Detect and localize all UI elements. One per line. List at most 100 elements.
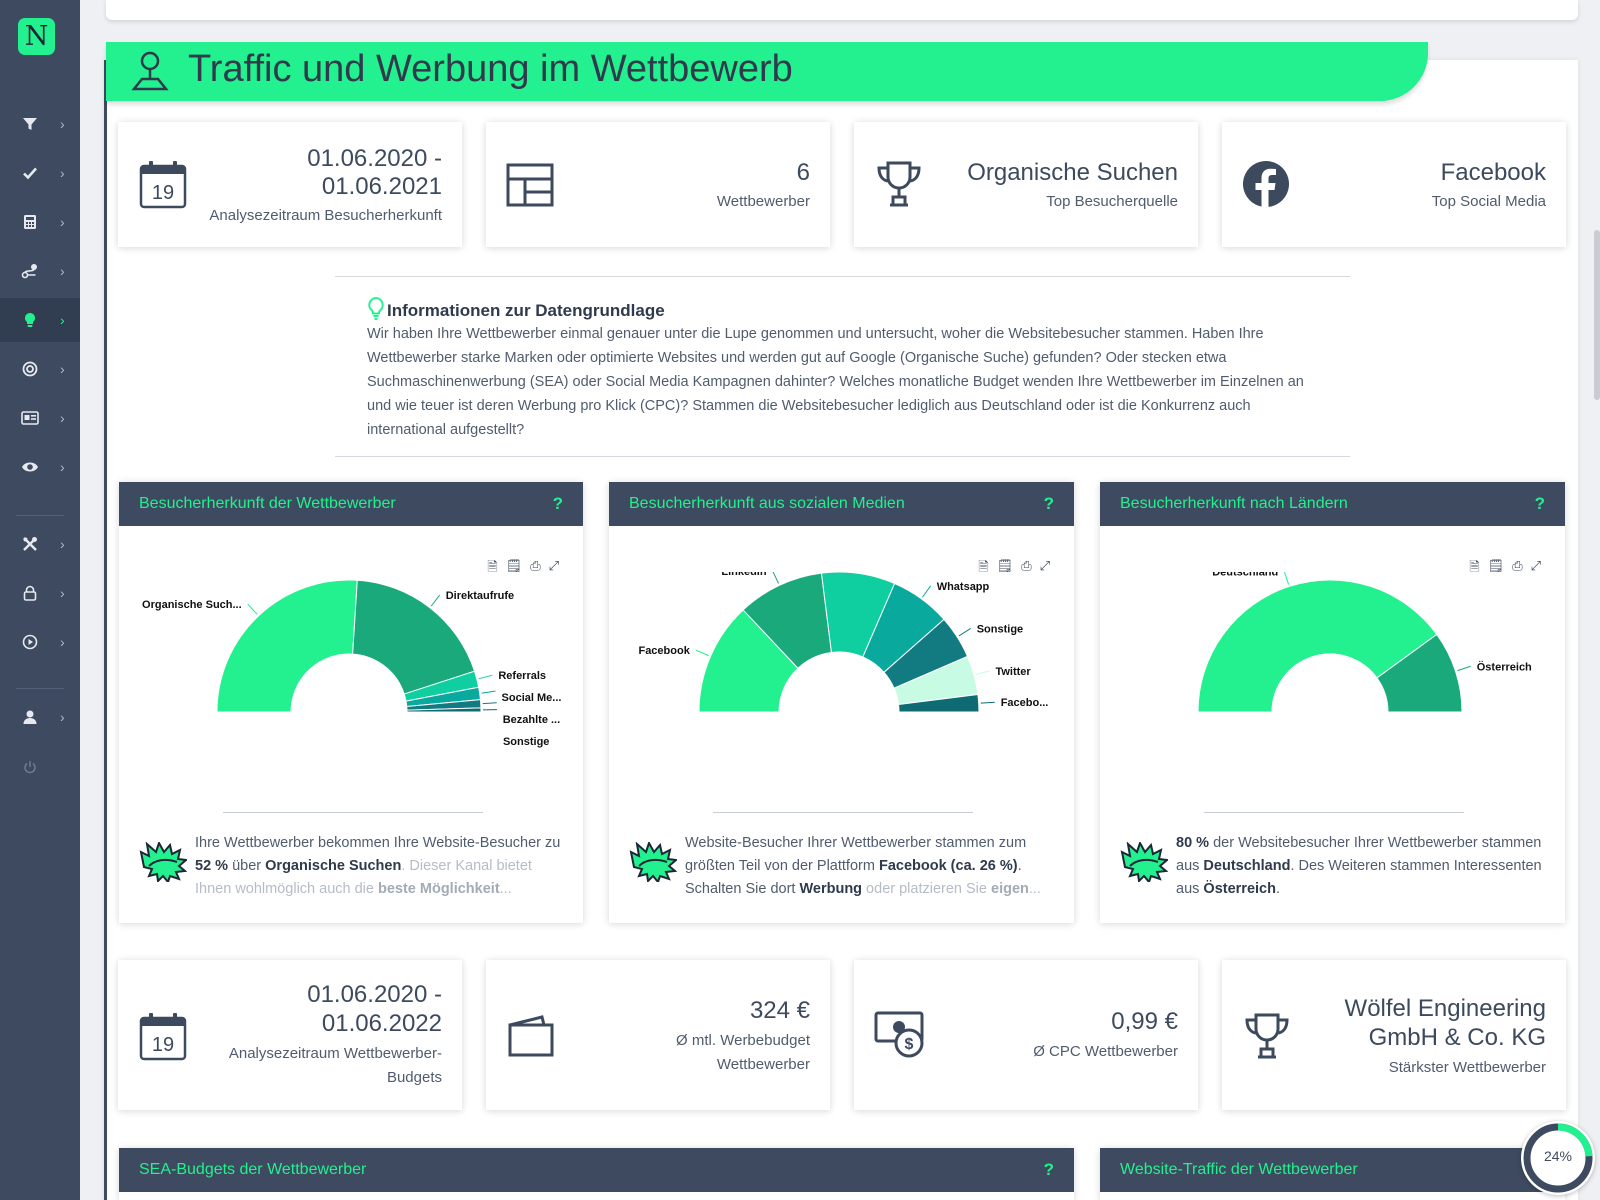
summary-text: über	[228, 858, 266, 874]
sidebar: N › › › › › › › › › › › ›	[0, 0, 80, 1200]
sidebar-item-lock[interactable]: ›	[0, 571, 80, 615]
wallet-icon	[506, 1013, 556, 1062]
summary-text: ...	[1028, 881, 1041, 897]
stat-label: Ø CPC Wettbewerber	[1033, 1043, 1178, 1060]
chart-leader-line	[975, 670, 990, 676]
summary-highlight: 52 %	[195, 858, 229, 874]
info-divider	[335, 456, 1350, 457]
chart-slice-label: Deutschland	[1212, 572, 1278, 578]
donut-chart-sources: Organische Such... Direktaufrufe Referrals…	[142, 579, 561, 748]
info-divider	[335, 276, 1350, 277]
chart-leader-line	[482, 702, 497, 705]
chart-slice-label: Sonstige	[503, 736, 549, 748]
sidebar-separator	[16, 515, 64, 516]
stat-card-budget: 324 € Ø mtl. Werbebudget Wettbewerber	[486, 960, 830, 1110]
chart-leader-line	[980, 701, 995, 704]
stat-label: Analysezeitraum Besucherherkunft	[209, 207, 442, 224]
chevron-right-icon: ›	[60, 536, 65, 552]
filter-icon	[0, 116, 60, 132]
panel-summary: Ihre Wettbewerber bekommen Ihre Website-…	[195, 832, 570, 901]
sidebar-item-route[interactable]: ›	[0, 249, 80, 293]
chevron-right-icon: ›	[60, 634, 65, 650]
scrollbar-thumb[interactable]	[1594, 230, 1600, 400]
chart-slice-label: Bezahlte ...	[503, 714, 560, 726]
stat-value: 01.06.2020 -	[307, 145, 442, 172]
panel-header: Website-Traffic der Wettbewerber	[1100, 1148, 1565, 1192]
chart-leader-line	[922, 585, 932, 598]
trophy-icon	[874, 159, 924, 214]
stat-card-cpc: $ 0,99 € Ø CPC Wettbewerber	[854, 960, 1198, 1110]
chart-slice-label: Facebo...	[1001, 697, 1049, 709]
panel-header: Besucherherkunft nach Ländern ?	[1100, 482, 1565, 526]
sidebar-item-tools[interactable]: ›	[0, 522, 80, 566]
help-button[interactable]: ?	[1535, 494, 1545, 514]
help-button[interactable]: ?	[1044, 494, 1054, 514]
stat-value: Facebook	[1440, 159, 1546, 186]
sidebar-item-target[interactable]: ›	[0, 347, 80, 391]
chart-leader-line	[958, 627, 971, 637]
chart-leader-line	[695, 649, 709, 657]
chart-leader-line	[1457, 665, 1471, 672]
stat-value: 01.06.2021	[321, 173, 442, 200]
chart-leader-line	[1283, 572, 1290, 585]
facebook-icon	[1242, 160, 1290, 213]
panel-title: Besucherherkunft nach Ländern	[1120, 495, 1348, 512]
panel-header: Besucherherkunft der Wettbewerber ?	[119, 482, 583, 526]
summary-highlight: eigen	[991, 881, 1029, 897]
chart-slice-label: Referrals	[498, 670, 546, 682]
chevron-right-icon: ›	[60, 214, 65, 230]
progress-value: 24%	[1543, 1148, 1573, 1164]
stat-value: Wölfel Engineering	[1344, 995, 1546, 1022]
panel-title: SEA-Budgets der Wettbewerber	[139, 1161, 367, 1178]
summary-text: .	[1275, 881, 1280, 897]
stat-card-strongest: Wölfel Engineering GmbH & Co. KG Stärkst…	[1222, 960, 1566, 1110]
hedgehog-mascot-icon	[629, 840, 679, 887]
sidebar-item-eye[interactable]: ›	[0, 445, 80, 489]
donut-chart-social: FacebookLinkedInYoutubeWhatsappSonstigeT…	[638, 572, 1049, 713]
sidebar-item-user[interactable]: ›	[0, 695, 80, 739]
chevron-right-icon: ›	[60, 361, 65, 377]
info-title: Informationen zur Datengrundlage	[387, 300, 665, 320]
stat-label: Top Besucherquelle	[1046, 193, 1178, 210]
trophy-icon	[1242, 1011, 1292, 1066]
page-title: Traffic und Werbung im Wettbewerb	[188, 48, 793, 90]
hedgehog-mascot-icon	[139, 840, 189, 887]
summary-highlight: Organische Suchen	[265, 858, 402, 874]
calculator-icon	[0, 214, 60, 230]
stat-label: Wettbewerber	[716, 193, 810, 210]
stat-label: Ø mtl. Werbebudget	[676, 1032, 810, 1049]
panel-title: Besucherherkunft aus sozialen Medien	[629, 495, 905, 512]
lightbulb-icon	[367, 296, 385, 325]
target-icon	[0, 361, 60, 377]
app-logo[interactable]: N	[18, 18, 55, 55]
sidebar-item-calculator[interactable]: ›	[0, 200, 80, 244]
help-button[interactable]: ?	[553, 494, 563, 514]
sidebar-item-check[interactable]: ›	[0, 151, 80, 195]
card-icon	[0, 411, 60, 425]
summary-highlight: beste Möglichkeit	[377, 881, 500, 897]
sidebar-item-card[interactable]: ›	[0, 396, 80, 440]
user-icon	[0, 709, 60, 725]
check-icon	[0, 165, 60, 181]
chart-slice-label: Organische Such...	[142, 599, 242, 611]
chart-slice-label: Twitter	[995, 666, 1031, 678]
stat-card-budget-period: 19 01.06.2020 - 01.06.2022 Analysezeitra…	[118, 960, 462, 1110]
sidebar-item-filter[interactable]: ›	[0, 102, 80, 146]
lock-icon	[0, 585, 60, 601]
sidebar-item-insights[interactable]: ›	[0, 298, 80, 342]
sidebar-item-logout[interactable]	[0, 745, 80, 789]
chevron-right-icon: ›	[60, 116, 65, 132]
panel-title: Website-Traffic der Wettbewerber	[1120, 1161, 1358, 1178]
panel-summary: 80 % der Websitebesucher Ihrer Wettbewer…	[1176, 832, 1551, 901]
section-title-bar: Traffic und Werbung im Wettbewerb	[106, 42, 1428, 101]
money-icon: $	[874, 1009, 926, 1064]
panel-country-sources: Besucherherkunft nach Ländern ? 🗎 🗒 ⎙ ⤢ …	[1100, 482, 1565, 923]
previous-section-card	[106, 0, 1578, 20]
sidebar-item-play[interactable]: ›	[0, 620, 80, 664]
progress-indicator: 24%	[1521, 1121, 1595, 1195]
play-icon	[0, 634, 60, 650]
chevron-right-icon: ›	[60, 165, 65, 181]
help-button[interactable]: ?	[1044, 1160, 1054, 1180]
chart-leader-line	[247, 603, 258, 615]
panel-divider	[223, 812, 483, 813]
